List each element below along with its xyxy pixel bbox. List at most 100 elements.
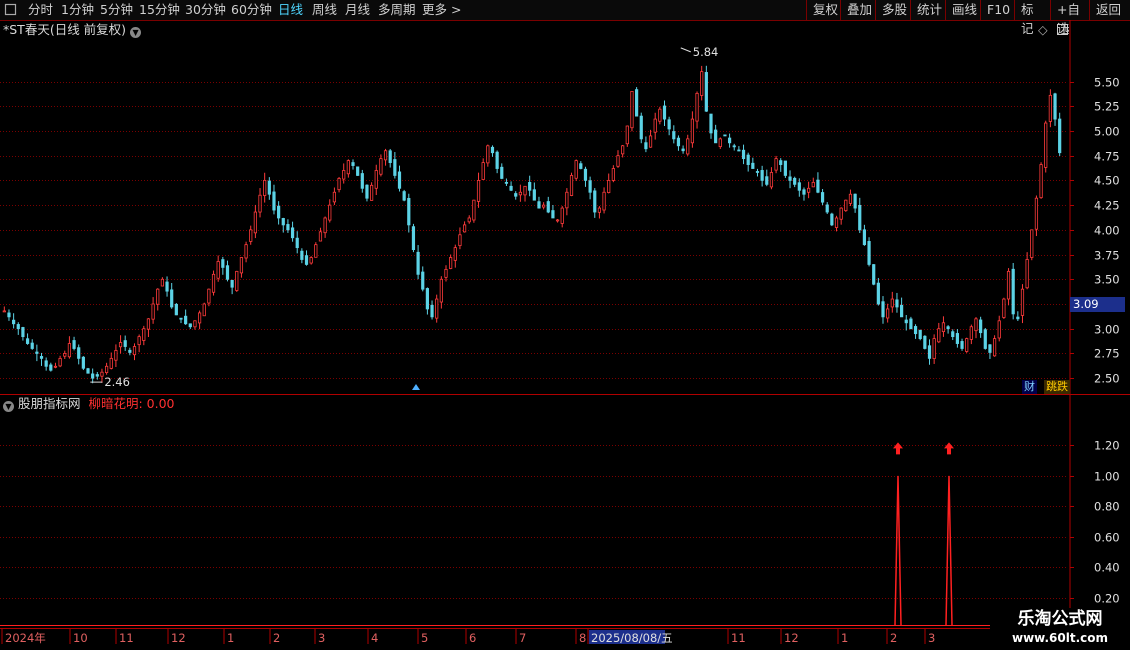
y-tick-label: 3.75 (1094, 249, 1120, 263)
high-marker-label: 5.84 (693, 45, 719, 59)
y-tick-label: 5.50 (1094, 76, 1120, 90)
candle-body (86, 368, 90, 374)
candle-body (839, 207, 843, 220)
sub-panel-title: 股朋指标网 (17, 396, 81, 411)
candle-body (974, 318, 978, 332)
candle-body (983, 329, 987, 349)
signal-spike (894, 475, 902, 626)
candle-body (1020, 288, 1025, 316)
candle-body (667, 119, 671, 130)
candle-body (67, 343, 72, 358)
x-tick-label: 2 (273, 631, 280, 645)
candle-body (132, 346, 137, 356)
candle-body (783, 160, 787, 176)
candle-body (532, 189, 536, 201)
candle-body (518, 191, 522, 196)
candle-body (648, 135, 653, 148)
candle-body (504, 181, 509, 184)
candle-body (676, 137, 681, 147)
candle-body (583, 168, 588, 181)
candle-body (913, 326, 918, 335)
candle-body (146, 318, 151, 330)
candle-body (239, 257, 244, 274)
x-tick-label: 7 (519, 631, 526, 645)
candle-body (267, 180, 271, 195)
diamond-icon[interactable]: ◇ (1038, 21, 1048, 39)
candle-body (490, 146, 495, 154)
x-tick-label: 12 (784, 631, 799, 645)
candle-body (407, 197, 411, 226)
date-axis: 2024年 10 11 12 1 2 3 4 5 6 7 8 2025/08/08/五 11 12 1 2 3 (1, 629, 935, 645)
candle-body (360, 173, 364, 189)
candle-body (365, 184, 369, 199)
current-price-tag: 3.09 (1070, 297, 1125, 312)
candle-body (741, 149, 746, 160)
candle-body (788, 176, 792, 181)
candle-body (932, 338, 936, 360)
candle-body (277, 205, 281, 219)
candle-body (872, 264, 876, 285)
candle-body (834, 217, 839, 228)
y-tick-label: 2.75 (1094, 347, 1120, 361)
x-tick-label: 8 (579, 631, 586, 645)
candle-body (2, 310, 6, 313)
chevron-down-icon[interactable]: ▼ (130, 27, 142, 38)
candle-body (91, 373, 95, 379)
candle-body (272, 191, 276, 211)
candle-body (960, 341, 964, 349)
candle-body (467, 217, 471, 223)
candle-body (565, 191, 569, 209)
candle-body (314, 244, 318, 258)
candle-body (979, 319, 983, 334)
candle-body (718, 138, 722, 148)
candle-body (602, 191, 606, 211)
candle-body (951, 331, 955, 338)
candle-body (495, 151, 499, 169)
candle-body (1053, 93, 1057, 120)
candle-body (263, 179, 267, 196)
candle-body (1044, 122, 1048, 168)
candle-body (151, 303, 155, 320)
candle-body (751, 162, 755, 169)
arrow-up-icon (944, 442, 954, 455)
candle-body (528, 182, 532, 191)
panel-toggle-icon[interactable] (1056, 21, 1070, 39)
candle-body (281, 218, 285, 226)
candle-body (630, 90, 634, 129)
candle-body (923, 335, 927, 349)
candle-body (816, 179, 820, 193)
candle-body (374, 170, 378, 189)
candle-body (1034, 197, 1039, 230)
candle-body (765, 176, 769, 185)
candle-body (588, 180, 592, 193)
candle-body (848, 193, 853, 204)
high-marker-line (680, 47, 691, 53)
candle-body (114, 350, 118, 361)
candle-body (909, 318, 913, 330)
chevron-down-icon[interactable]: ▼ (3, 401, 14, 412)
candle-body (211, 273, 216, 293)
candle-body (109, 357, 113, 369)
gap-down-badge[interactable]: 跳跌 (1044, 380, 1070, 394)
y-tick-label: 4.75 (1094, 150, 1120, 164)
financial-badge[interactable]: 财 (1022, 380, 1037, 394)
candle-body (941, 322, 946, 333)
candle-body (342, 170, 346, 180)
y-tick-label: 5.00 (1094, 125, 1120, 139)
candle-body (737, 149, 741, 152)
candle-body (1016, 316, 1020, 320)
candle-body (746, 154, 750, 165)
y-tick-label: 0.20 (1094, 592, 1120, 606)
candle-body (639, 115, 643, 140)
candle-body (156, 288, 160, 305)
candle-body (537, 201, 541, 209)
candle-body (197, 312, 202, 324)
watermark-title: 乐淘公式网 (1017, 609, 1103, 629)
candlestick-series (2, 65, 1062, 384)
candle-body (230, 279, 234, 288)
candle-body (876, 282, 880, 305)
candle-body (416, 251, 420, 275)
watermark-logo: 乐淘公式网 www.60lt.com (990, 608, 1130, 650)
candle-body (662, 105, 667, 120)
candle-body (867, 241, 871, 265)
